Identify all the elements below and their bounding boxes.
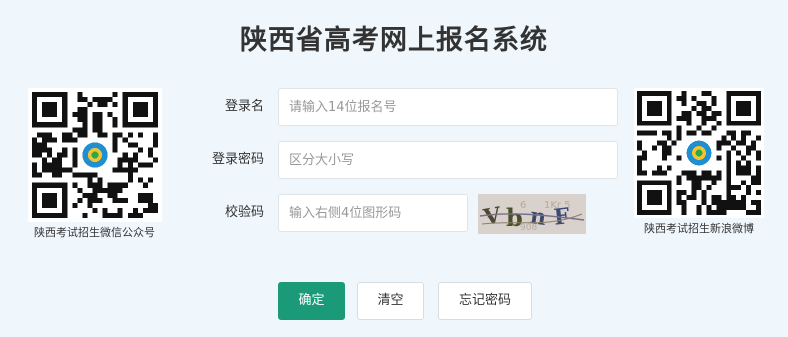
svg-text:b: b <box>506 203 523 232</box>
username-label: 登录名 <box>224 99 264 114</box>
clear-button[interactable]: 清空 <box>357 282 424 320</box>
captcha-row: 校验码 5 6 1Kr 5 908 V b n F <box>0 194 788 234</box>
forgot-password-button[interactable]: 忘记密码 <box>438 282 532 320</box>
password-row: 登录密码 <box>0 141 788 179</box>
username-input[interactable] <box>278 88 618 126</box>
captcha-input[interactable] <box>278 194 468 232</box>
captcha-image[interactable]: 5 6 1Kr 5 908 V b n F <box>478 194 586 234</box>
password-input[interactable] <box>278 141 618 179</box>
confirm-button[interactable]: 确定 <box>278 282 345 320</box>
username-row: 登录名 <box>0 88 788 126</box>
captcha-label: 校验码 <box>224 205 264 220</box>
password-label: 登录密码 <box>211 152 264 167</box>
page-title: 陕西省高考网上报名系统 <box>240 25 548 56</box>
